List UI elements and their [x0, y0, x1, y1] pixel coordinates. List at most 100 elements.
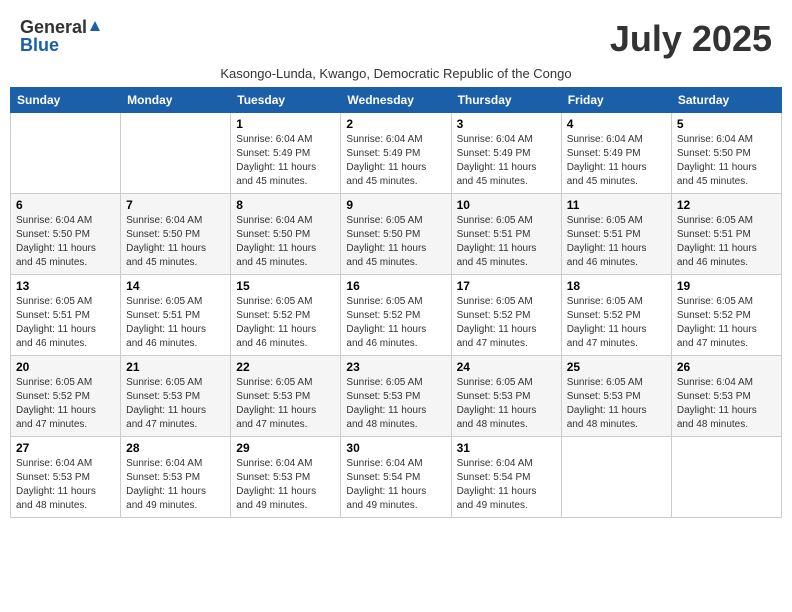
day-info: Sunrise: 6:05 AMSunset: 5:52 PMDaylight:… [16, 376, 115, 432]
column-header-friday: Friday [561, 88, 671, 113]
day-number: 13 [16, 279, 115, 293]
day-number: 20 [16, 360, 115, 374]
calendar-cell: 16 Sunrise: 6:05 AMSunset: 5:52 PMDayligh… [341, 275, 451, 356]
day-info: Sunrise: 6:05 AMSunset: 5:52 PMDaylight:… [236, 295, 335, 351]
calendar-cell: 8 Sunrise: 6:04 AMSunset: 5:50 PMDaylight… [231, 194, 341, 275]
calendar-week-row: 1 Sunrise: 6:04 AMSunset: 5:49 PMDaylight… [11, 113, 782, 194]
day-info: Sunrise: 6:05 AMSunset: 5:53 PMDaylight:… [126, 376, 225, 432]
calendar-cell: 20 Sunrise: 6:05 AMSunset: 5:52 PMDayligh… [11, 356, 121, 437]
day-info: Sunrise: 6:05 AMSunset: 5:53 PMDaylight:… [567, 376, 666, 432]
calendar-week-row: 6 Sunrise: 6:04 AMSunset: 5:50 PMDaylight… [11, 194, 782, 275]
calendar-cell: 15 Sunrise: 6:05 AMSunset: 5:52 PMDayligh… [231, 275, 341, 356]
column-header-wednesday: Wednesday [341, 88, 451, 113]
day-info: Sunrise: 6:04 AMSunset: 5:50 PMDaylight:… [236, 214, 335, 270]
calendar-cell: 11Sunrise: 6:05 AMSunset: 5:51 PMDayligh… [561, 194, 671, 275]
calendar-cell: 2 Sunrise: 6:04 AMSunset: 5:49 PMDaylight… [341, 113, 451, 194]
day-number: 29 [236, 441, 335, 455]
day-number: 1 [236, 117, 335, 131]
day-number: 8 [236, 198, 335, 212]
day-info: Sunrise: 6:04 AMSunset: 5:49 PMDaylight:… [457, 133, 556, 189]
day-info: Sunrise: 6:05 AMSunset: 5:52 PMDaylight:… [346, 295, 445, 351]
calendar-cell [671, 437, 781, 518]
logo-general-text: General [20, 18, 87, 36]
calendar-week-row: 20 Sunrise: 6:05 AMSunset: 5:52 PMDayligh… [11, 356, 782, 437]
day-info: Sunrise: 6:05 AMSunset: 5:50 PMDaylight:… [346, 214, 445, 270]
day-info: Sunrise: 6:04 AMSunset: 5:49 PMDaylight:… [236, 133, 335, 189]
calendar-cell: 3 Sunrise: 6:04 AMSunset: 5:49 PMDaylight… [451, 113, 561, 194]
day-number: 2 [346, 117, 445, 131]
calendar-week-row: 27Sunrise: 6:04 AMSunset: 5:53 PMDayligh… [11, 437, 782, 518]
calendar-cell: 28 Sunrise: 6:04 AMSunset: 5:53 PMDayligh… [121, 437, 231, 518]
calendar-cell [11, 113, 121, 194]
calendar-cell: 6Sunrise: 6:04 AMSunset: 5:50 PMDaylight… [11, 194, 121, 275]
calendar-cell: 10 Sunrise: 6:05 AMSunset: 5:51 PMDayligh… [451, 194, 561, 275]
day-number: 28 [126, 441, 225, 455]
day-info: Sunrise: 6:04 AMSunset: 5:50 PMDaylight:… [677, 133, 776, 189]
calendar-cell: 7 Sunrise: 6:04 AMSunset: 5:50 PMDaylight… [121, 194, 231, 275]
calendar-cell: 26 Sunrise: 6:04 AMSunset: 5:53 PMDayligh… [671, 356, 781, 437]
column-header-tuesday: Tuesday [231, 88, 341, 113]
day-number: 7 [126, 198, 225, 212]
day-number: 26 [677, 360, 776, 374]
day-info: Sunrise: 6:04 AMSunset: 5:50 PMDaylight:… [126, 214, 225, 270]
day-number: 3 [457, 117, 556, 131]
day-info: Sunrise: 6:05 AMSunset: 5:51 PMDaylight:… [457, 214, 556, 270]
day-info: Sunrise: 6:05 AMSunset: 5:53 PMDaylight:… [457, 376, 556, 432]
calendar-header-row: SundayMondayTuesdayWednesdayThursdayFrid… [11, 88, 782, 113]
column-header-saturday: Saturday [671, 88, 781, 113]
logo-blue-text: Blue [20, 36, 59, 54]
calendar-cell: 29 Sunrise: 6:04 AMSunset: 5:53 PMDayligh… [231, 437, 341, 518]
day-info: Sunrise: 6:04 AMSunset: 5:54 PMDaylight:… [346, 457, 445, 513]
day-number: 18 [567, 279, 666, 293]
day-info: Sunrise: 6:04 AMSunset: 5:53 PMDaylight:… [236, 457, 335, 513]
column-header-monday: Monday [121, 88, 231, 113]
day-info: Sunrise: 6:05 AMSunset: 5:53 PMDaylight:… [236, 376, 335, 432]
calendar-cell: 9 Sunrise: 6:05 AMSunset: 5:50 PMDaylight… [341, 194, 451, 275]
day-info: Sunrise: 6:04 AMSunset: 5:49 PMDaylight:… [346, 133, 445, 189]
day-info: Sunrise: 6:04 AMSunset: 5:53 PMDaylight:… [126, 457, 225, 513]
day-number: 19 [677, 279, 776, 293]
day-info: Sunrise: 6:05 AMSunset: 5:51 PMDaylight:… [567, 214, 666, 270]
column-header-thursday: Thursday [451, 88, 561, 113]
logo: General Blue [20, 18, 100, 54]
day-number: 31 [457, 441, 556, 455]
day-info: Sunrise: 6:05 AMSunset: 5:51 PMDaylight:… [126, 295, 225, 351]
calendar-cell: 25 Sunrise: 6:05 AMSunset: 5:53 PMDayligh… [561, 356, 671, 437]
day-info: Sunrise: 6:05 AMSunset: 5:52 PMDaylight:… [567, 295, 666, 351]
day-number: 12 [677, 198, 776, 212]
calendar-cell: 21 Sunrise: 6:05 AMSunset: 5:53 PMDayligh… [121, 356, 231, 437]
calendar-cell: 14 Sunrise: 6:05 AMSunset: 5:51 PMDayligh… [121, 275, 231, 356]
day-number: 9 [346, 198, 445, 212]
day-info: Sunrise: 6:04 AMSunset: 5:53 PMDaylight:… [677, 376, 776, 432]
calendar-cell: 22 Sunrise: 6:05 AMSunset: 5:53 PMDayligh… [231, 356, 341, 437]
calendar-cell: 1 Sunrise: 6:04 AMSunset: 5:49 PMDaylight… [231, 113, 341, 194]
calendar-cell: 31 Sunrise: 6:04 AMSunset: 5:54 PMDayligh… [451, 437, 561, 518]
calendar-cell: 27Sunrise: 6:04 AMSunset: 5:53 PMDayligh… [11, 437, 121, 518]
calendar-cell: 17Sunrise: 6:05 AMSunset: 5:52 PMDayligh… [451, 275, 561, 356]
calendar-cell [561, 437, 671, 518]
day-info: Sunrise: 6:04 AMSunset: 5:54 PMDaylight:… [457, 457, 556, 513]
calendar-cell: 5 Sunrise: 6:04 AMSunset: 5:50 PMDaylight… [671, 113, 781, 194]
day-number: 6 [16, 198, 115, 212]
calendar-table: SundayMondayTuesdayWednesdayThursdayFrid… [10, 87, 782, 518]
day-number: 15 [236, 279, 335, 293]
day-info: Sunrise: 6:04 AMSunset: 5:53 PMDaylight:… [16, 457, 115, 513]
day-number: 10 [457, 198, 556, 212]
calendar-cell: 18 Sunrise: 6:05 AMSunset: 5:52 PMDayligh… [561, 275, 671, 356]
day-info: Sunrise: 6:05 AMSunset: 5:52 PMDaylight:… [677, 295, 776, 351]
day-info: Sunrise: 6:05 AMSunset: 5:53 PMDaylight:… [346, 376, 445, 432]
day-number: 30 [346, 441, 445, 455]
day-number: 16 [346, 279, 445, 293]
day-number: 4 [567, 117, 666, 131]
day-number: 5 [677, 117, 776, 131]
calendar-week-row: 13 Sunrise: 6:05 AMSunset: 5:51 PMDayligh… [11, 275, 782, 356]
day-number: 21 [126, 360, 225, 374]
day-number: 22 [236, 360, 335, 374]
day-info: Sunrise: 6:05 AMSunset: 5:51 PMDaylight:… [677, 214, 776, 270]
calendar-cell: 24Sunrise: 6:05 AMSunset: 5:53 PMDayligh… [451, 356, 561, 437]
page-header: General Blue July 2025 [10, 10, 782, 64]
day-number: 25 [567, 360, 666, 374]
day-number: 14 [126, 279, 225, 293]
month-title: July 2025 [610, 18, 772, 60]
calendar-cell: 23Sunrise: 6:05 AMSunset: 5:53 PMDayligh… [341, 356, 451, 437]
